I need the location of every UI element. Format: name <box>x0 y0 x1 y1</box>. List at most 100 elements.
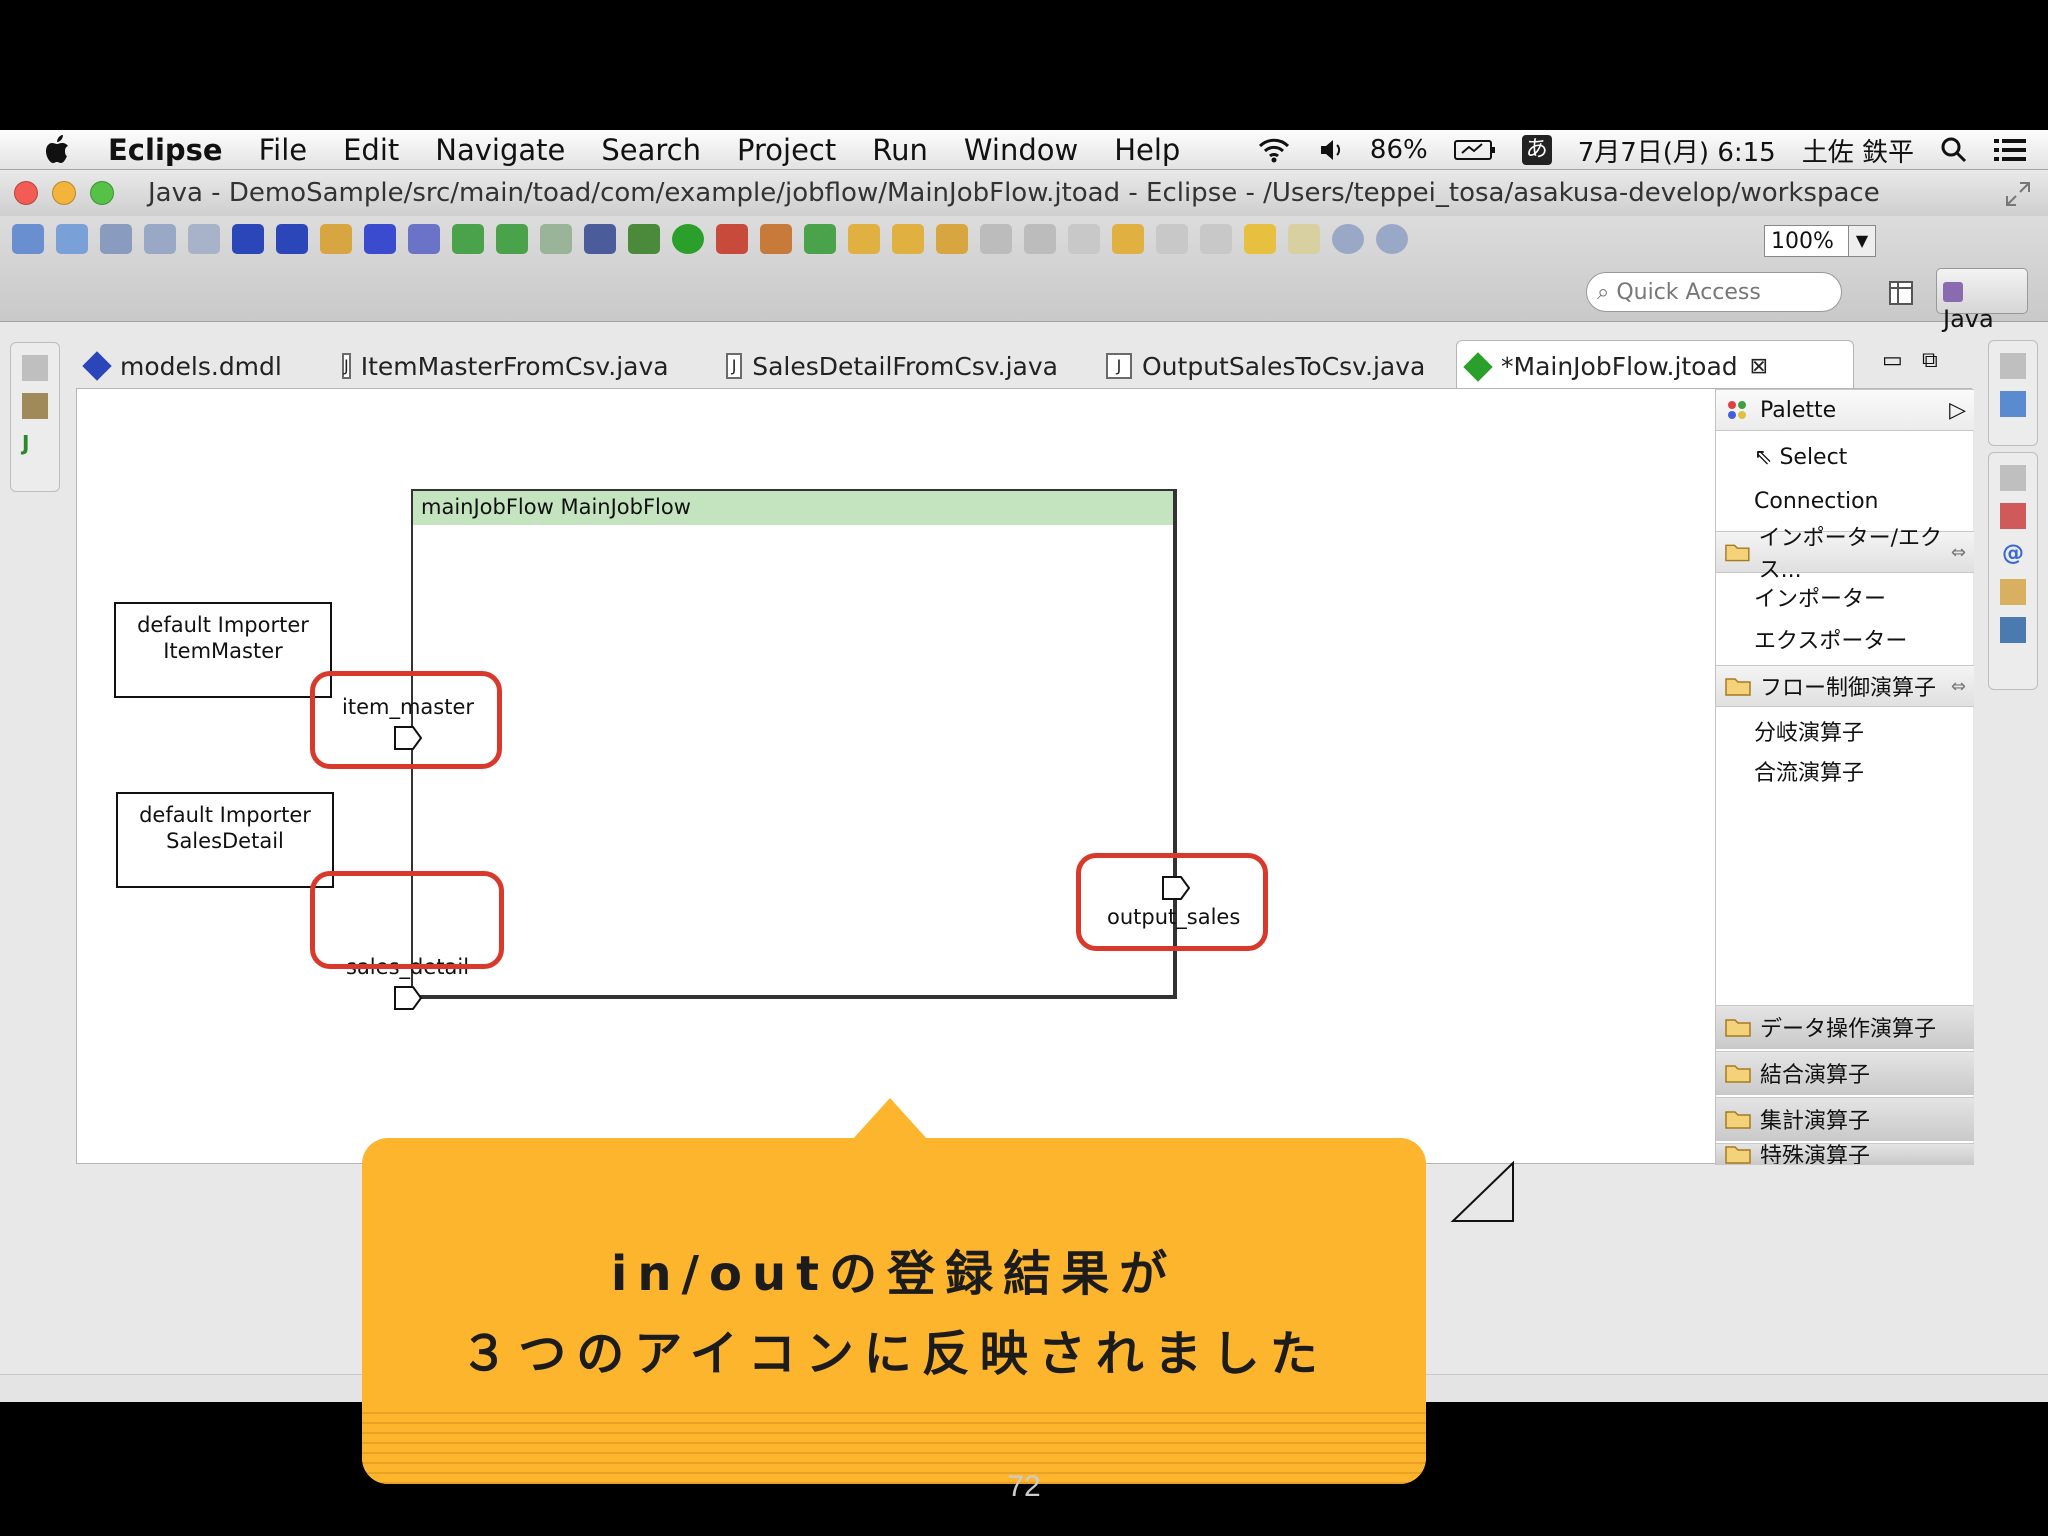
palette-item-exporter[interactable]: エクスポーター <box>1754 623 1907 655</box>
new-package-icon[interactable] <box>496 224 528 254</box>
javadoc-icon[interactable]: @ <box>2000 541 2026 567</box>
palette-header[interactable]: Palette ▷ <box>1716 389 1974 431</box>
minimize-editor-icon[interactable]: ▭ <box>1882 348 1903 373</box>
menu-window[interactable]: Window <box>964 133 1078 167</box>
hierarchy-icon[interactable] <box>22 393 48 419</box>
print-icon[interactable] <box>188 224 220 254</box>
forward-icon[interactable] <box>1156 224 1188 254</box>
spotlight-search-icon[interactable] <box>1940 136 1968 164</box>
debug-icon[interactable] <box>628 224 660 254</box>
next-annotation-icon[interactable] <box>1024 224 1056 254</box>
palette-item-importer[interactable]: インポーター <box>1754 581 1886 613</box>
menu-navigate[interactable]: Navigate <box>435 133 565 167</box>
undo-icon[interactable] <box>1244 224 1276 254</box>
page-number: 72 <box>1007 1470 1041 1503</box>
java-perspective-button[interactable]: Java <box>1936 268 2028 333</box>
open-perspective-icon[interactable] <box>1880 270 1924 314</box>
new-icon[interactable] <box>12 224 44 254</box>
importer-type-label: default Importer <box>137 613 309 637</box>
palette-item-branch[interactable]: 分岐演算子 <box>1754 715 1864 747</box>
collapse-palette-icon[interactable]: ▷ <box>1949 398 1966 423</box>
menu-project[interactable]: Project <box>737 133 836 167</box>
menu-file[interactable]: File <box>259 133 308 167</box>
maximize-editor-icon[interactable]: ⧉ <box>1922 348 1938 373</box>
close-window-button[interactable] <box>14 181 38 205</box>
zoom-out-icon[interactable] <box>1376 224 1408 254</box>
wand-icon[interactable] <box>320 224 352 254</box>
tab-salesdetail-java[interactable]: J SalesDetailFromCsv.java <box>718 340 1058 392</box>
dmdl-build-icon[interactable] <box>276 224 308 254</box>
main-job-flow-box[interactable]: mainJobFlow MainJobFlow <box>411 489 1177 999</box>
compile-icon[interactable] <box>364 224 396 254</box>
drawer-importer-exporter[interactable]: インポーター/エクス... ⇔ <box>1716 526 1974 583</box>
tab-models-dmdl[interactable]: models.dmdl <box>76 340 306 392</box>
battery-icon[interactable] <box>1453 138 1496 162</box>
tab-outputsales-java[interactable]: J OutputSalesToCsv.java <box>1098 340 1428 392</box>
notification-list-icon[interactable] <box>1994 136 2028 164</box>
run-external-icon[interactable] <box>540 224 572 254</box>
drawer-aggregate[interactable]: 集計演算子 <box>1716 1097 1974 1141</box>
quick-access-input[interactable]: ⌕ Quick Access <box>1586 272 1842 312</box>
search-wand-icon[interactable] <box>936 224 968 254</box>
dmdl-icon[interactable] <box>232 224 264 254</box>
importer-salesdetail[interactable]: default Importer SalesDetail <box>116 792 334 888</box>
drawer-special[interactable]: 特殊演算子 <box>1716 1143 1974 1165</box>
menu-help[interactable]: Help <box>1114 133 1180 167</box>
tab-mainjobflow-jtoad[interactable]: *MainJobFlow.jtoad ⊠ <box>1456 340 1854 392</box>
input-port-sales-detail-icon[interactable] <box>393 985 423 1011</box>
zoom-in-icon[interactable] <box>1332 224 1364 254</box>
drag-handle-icon[interactable]: ⇔ <box>1951 676 1966 697</box>
menu-run[interactable]: Run <box>872 133 928 167</box>
problems-icon[interactable] <box>2000 503 2026 529</box>
minimize-window-button[interactable] <box>52 181 76 205</box>
run-config-icon[interactable] <box>716 224 748 254</box>
menu-search[interactable]: Search <box>601 133 701 167</box>
drawer-data-operation[interactable]: データ操作演算子 <box>1716 1005 1974 1049</box>
pin-icon[interactable] <box>1200 224 1232 254</box>
new-java-icon[interactable] <box>804 224 836 254</box>
flow-diagram-editor[interactable]: default Importer ItemMaster default Impo… <box>76 388 1974 1222</box>
junit-icon[interactable]: J <box>22 431 48 457</box>
restore-icon[interactable] <box>22 355 48 381</box>
skip-breakpoints-icon[interactable] <box>584 224 616 254</box>
zoom-window-button[interactable] <box>90 181 114 205</box>
java-file-icon: J <box>342 353 351 379</box>
input-method-badge[interactable]: あ <box>1521 135 1552 165</box>
volume-icon[interactable] <box>1318 137 1344 163</box>
new-class-icon[interactable] <box>452 224 484 254</box>
java-file-icon: J <box>726 353 743 379</box>
tab-itemmaster-java[interactable]: J ItemMasterFromCsv.java <box>334 340 669 392</box>
redo-icon[interactable] <box>1288 224 1320 254</box>
clock[interactable]: 7月7日(月) 6:15 <box>1578 132 1776 169</box>
open-type-icon[interactable] <box>848 224 880 254</box>
annotation-icon[interactable] <box>980 224 1012 254</box>
importer-itemmaster[interactable]: default Importer ItemMaster <box>114 602 332 698</box>
restore-right-icon[interactable] <box>2000 353 2026 379</box>
zoom-dropdown-chevron-icon[interactable]: ▼ <box>1848 225 1876 257</box>
palette-item-confluent[interactable]: 合流演算子 <box>1754 755 1864 787</box>
apple-icon[interactable] <box>38 133 78 167</box>
save-icon[interactable] <box>100 224 132 254</box>
fullscreen-icon[interactable] <box>2004 180 2032 208</box>
drawer-join[interactable]: 結合演算子 <box>1716 1051 1974 1095</box>
back-icon[interactable] <box>1112 224 1144 254</box>
drawer-flow-control[interactable]: フロー制御演算子 ⇔ <box>1716 665 1974 707</box>
wifi-icon[interactable] <box>1256 136 1292 164</box>
close-tab-icon[interactable]: ⊠ <box>1750 354 1768 379</box>
drag-handle-icon[interactable]: ⇔ <box>1951 542 1966 563</box>
open-resource-icon[interactable] <box>892 224 924 254</box>
grid-icon[interactable] <box>760 224 792 254</box>
app-name-menu[interactable]: Eclipse <box>108 133 223 167</box>
declaration-icon[interactable] <box>2000 579 2026 605</box>
tool-connection[interactable]: Connection <box>1754 489 1878 514</box>
save-all-icon[interactable] <box>144 224 176 254</box>
console-icon[interactable] <box>2000 617 2026 643</box>
menu-edit[interactable]: Edit <box>343 133 399 167</box>
outline-icon[interactable] <box>2000 391 2026 417</box>
restore-bottom-icon[interactable] <box>2000 465 2026 491</box>
deploy-icon[interactable] <box>408 224 440 254</box>
new-wizard-icon[interactable] <box>56 224 88 254</box>
run-icon[interactable] <box>672 224 704 254</box>
tool-select[interactable]: ⇖ Select <box>1754 445 1847 470</box>
user-name[interactable]: 土佐 鉄平 <box>1802 132 1914 169</box>
